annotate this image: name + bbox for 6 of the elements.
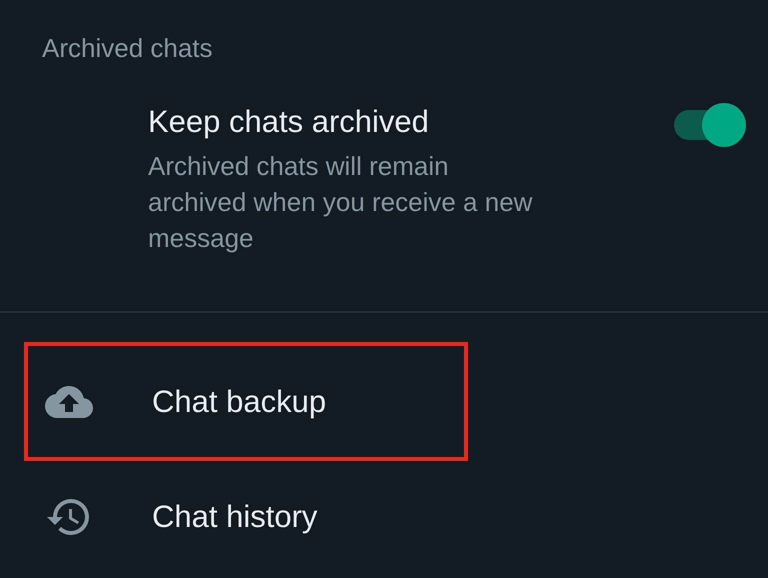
menu-item[interactable]: Chat history bbox=[24, 461, 468, 573]
toggle-switch[interactable] bbox=[672, 103, 746, 147]
setting-title: Keep chats archived bbox=[148, 103, 429, 141]
setting-description: Archived chats will remain archived when you receive a new message bbox=[148, 150, 533, 255]
section-title: Archived chats bbox=[42, 32, 213, 65]
menu-item[interactable]: Chat backup bbox=[24, 342, 468, 461]
